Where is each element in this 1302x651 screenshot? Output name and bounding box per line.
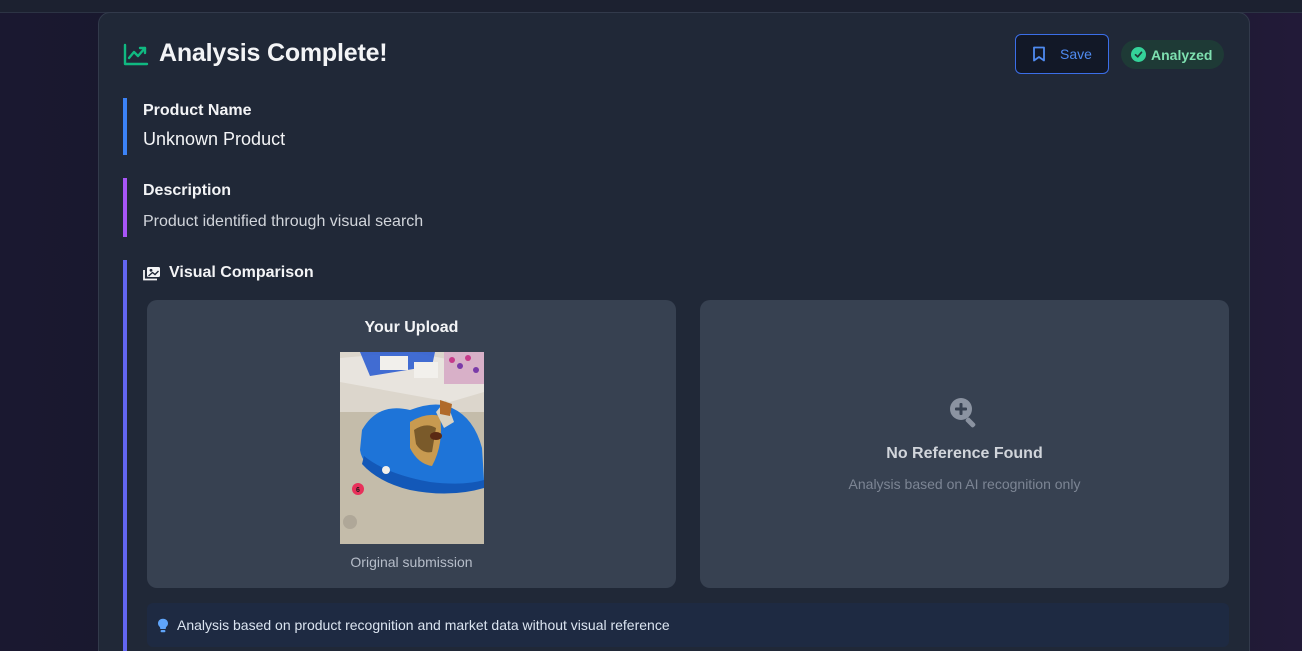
analysis-card: Analysis Complete! Save Analyzed Product… — [98, 12, 1250, 651]
visual-comparison-title: Visual Comparison — [169, 264, 314, 281]
uploaded-image[interactable]: 6 — [340, 352, 484, 544]
trending-up-icon — [123, 43, 149, 66]
product-name-label: Product Name — [143, 102, 252, 119]
description-section: Description Product identified through v… — [123, 178, 423, 237]
zoom-in-icon — [950, 398, 976, 428]
visual-comparison-heading: Visual Comparison — [143, 264, 1227, 282]
analysis-note-text: Analysis based on product recognition an… — [177, 617, 670, 633]
product-name-value: Unknown Product — [143, 129, 286, 149]
description-value: Product identified through visual search — [143, 213, 424, 230]
no-reference-title: No Reference Found — [886, 445, 1043, 462]
page-title: Analysis Complete! — [159, 39, 388, 67]
upload-title: Your Upload — [364, 319, 459, 336]
product-name-section: Product Name Unknown Product — [123, 98, 285, 155]
visual-comparison-section: Visual Comparison Your Upload 6 Original… — [123, 260, 1229, 651]
status-badge: Analyzed — [1121, 40, 1225, 69]
analysis-note: Analysis based on product recognition an… — [147, 603, 1229, 647]
svg-text:6: 6 — [356, 487, 360, 494]
lightbulb-icon — [158, 618, 168, 632]
save-label: Save — [1060, 46, 1092, 62]
check-circle-icon — [1131, 47, 1146, 62]
no-reference-subtitle: Analysis based on AI recognition only — [848, 476, 1081, 492]
description-label: Description — [143, 182, 232, 199]
bookmark-icon — [1033, 46, 1045, 62]
save-button[interactable]: Save — [1015, 34, 1109, 74]
upload-caption: Original submission — [350, 554, 473, 570]
images-icon — [143, 266, 160, 280]
upload-panel: Your Upload 6 Original submission — [147, 300, 676, 588]
status-badge-label: Analyzed — [1151, 46, 1213, 63]
reference-panel: No Reference Found Analysis based on AI … — [700, 300, 1229, 588]
